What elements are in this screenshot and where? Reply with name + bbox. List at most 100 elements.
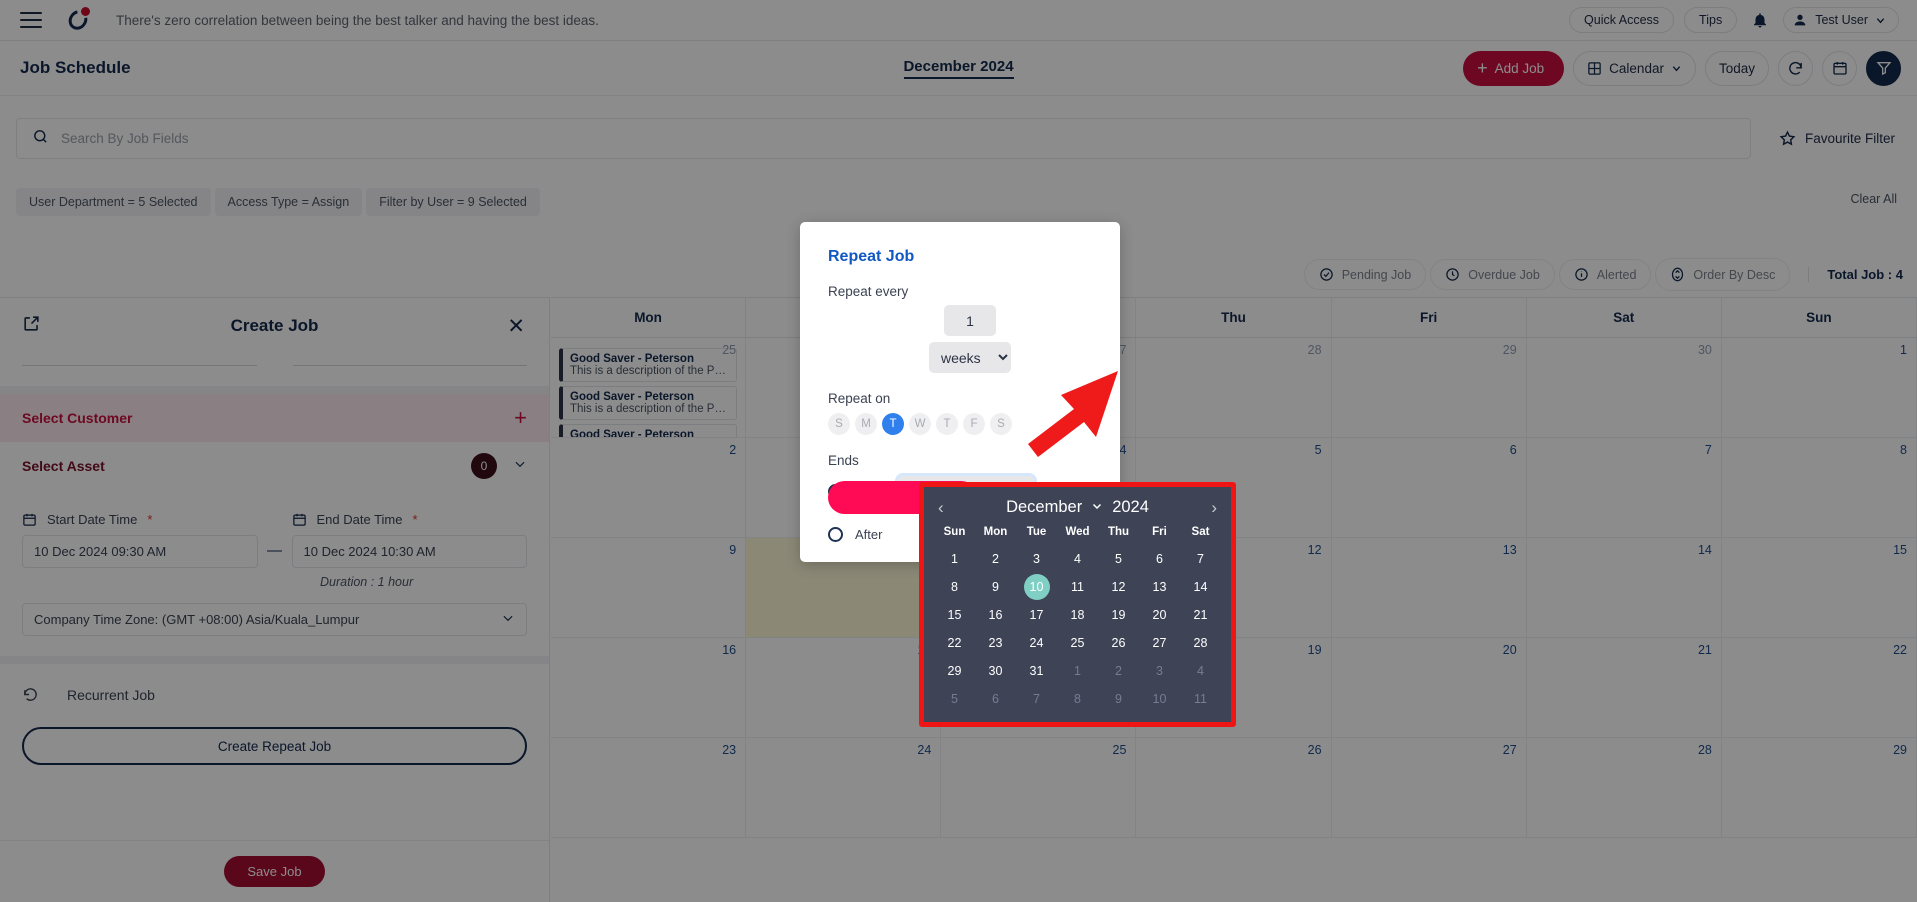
calendar-day-cell[interactable]: 28	[1527, 738, 1722, 837]
calendar-day-cell[interactable]: 9	[551, 538, 747, 637]
status-alerted[interactable]: Alerted	[1558, 259, 1652, 290]
date-picker-day[interactable]: 27	[1139, 630, 1180, 656]
date-picker-day[interactable]: 19	[1098, 602, 1139, 628]
current-month-label[interactable]: December 2024	[903, 58, 1014, 79]
calendar-day-cell[interactable]: 1	[1722, 338, 1917, 437]
repeat-interval-input[interactable]	[944, 305, 996, 336]
date-picker-year[interactable]: 2024	[1112, 498, 1149, 517]
favourite-filter-button[interactable]: Favourite Filter	[1773, 118, 1901, 159]
date-picker-day[interactable]: 1	[1057, 658, 1098, 684]
date-picker-day[interactable]: 13	[1139, 574, 1180, 600]
date-picker-day[interactable]: 9	[1098, 686, 1139, 712]
repeat-day-toggle[interactable]: T	[882, 413, 904, 435]
date-picker-day[interactable]: 7	[1016, 686, 1057, 712]
calendar-day-cell[interactable]: 24	[746, 738, 942, 837]
calendar-day-cell[interactable]: 16	[551, 638, 747, 737]
hamburger-menu-icon[interactable]	[20, 12, 42, 28]
calendar-event[interactable]: Good Saver - PetersonThis is a descripti…	[559, 348, 738, 382]
date-picker-day[interactable]: 30	[975, 658, 1016, 684]
repeat-day-toggle[interactable]: F	[963, 413, 985, 435]
plus-icon[interactable]: +	[514, 407, 527, 429]
calendar-day-cell[interactable]: 28	[1136, 338, 1332, 437]
calendar-day-cell[interactable]: 30	[1527, 338, 1722, 437]
date-picker-day[interactable]: 3	[1016, 546, 1057, 572]
date-picker-day[interactable]: 15	[934, 602, 975, 628]
date-picker-day[interactable]: 21	[1180, 602, 1221, 628]
add-job-button[interactable]: + Add Job	[1463, 50, 1565, 86]
date-picker-day[interactable]: 18	[1057, 602, 1098, 628]
date-picker-day[interactable]: 23	[975, 630, 1016, 656]
expand-icon[interactable]	[22, 314, 41, 338]
calendar-day-cell[interactable]: 25 Good Saver - Peterson This is a descrip…	[551, 338, 747, 437]
repeat-day-toggle[interactable]: T	[936, 413, 958, 435]
date-picker-day[interactable]: 25	[1057, 630, 1098, 656]
date-picker-day[interactable]: 6	[1139, 546, 1180, 572]
ends-after-radio[interactable]	[828, 527, 843, 542]
calendar-picker-button[interactable]	[1822, 50, 1857, 86]
chevron-down-icon[interactable]	[1091, 500, 1103, 515]
date-picker-day[interactable]: 10	[1139, 686, 1180, 712]
date-picker-day[interactable]: 4	[1057, 546, 1098, 572]
calendar-event[interactable]: Good Saver - PetersonThis is a descripti…	[559, 424, 738, 437]
search-bar[interactable]	[16, 118, 1751, 159]
filter-chip[interactable]: User Department = 5 Selected	[16, 188, 211, 216]
status-pending-job[interactable]: Pending Job	[1303, 259, 1427, 290]
date-picker-day[interactable]: 5	[1098, 546, 1139, 572]
date-picker-day[interactable]: 2	[1098, 658, 1139, 684]
select-customer-row[interactable]: Select Customer +	[0, 394, 549, 442]
calendar-day-cell[interactable]: 17	[746, 638, 942, 737]
date-picker-day[interactable]: 6	[975, 686, 1016, 712]
search-input[interactable]	[61, 131, 1587, 146]
timezone-select[interactable]: Company Time Zone: (GMT +08:00) Asia/Kua…	[22, 603, 527, 636]
date-picker-day[interactable]: 1	[934, 546, 975, 572]
field-underline-left[interactable]	[22, 358, 257, 366]
chevron-down-icon[interactable]	[513, 457, 527, 476]
date-picker-month[interactable]: December	[1006, 498, 1082, 517]
date-picker-day[interactable]: 11	[1180, 686, 1221, 712]
filter-chip[interactable]: Filter by User = 9 Selected	[366, 188, 540, 216]
repeat-day-toggle[interactable]: M	[855, 413, 877, 435]
status-order-by[interactable]: Order By Desc	[1655, 258, 1791, 291]
date-picker-selected-day[interactable]: 10	[1023, 574, 1050, 600]
start-date-time-input[interactable]: 10 Dec 2024 09:30 AM	[22, 535, 258, 568]
close-icon[interactable]: ✕	[507, 316, 525, 337]
calendar-day-cell[interactable]: 25	[941, 738, 1137, 837]
status-overdue-job[interactable]: Overdue Job	[1430, 259, 1555, 290]
user-menu[interactable]: Test User	[1783, 7, 1899, 33]
date-picker-day[interactable]: 8	[934, 574, 975, 600]
date-picker-day[interactable]: 17	[1016, 602, 1057, 628]
repeat-unit-select[interactable]: daysweeksmonthsyears	[929, 342, 1011, 373]
save-job-button[interactable]: Save Job	[224, 856, 325, 887]
date-picker-day[interactable]: 9	[975, 574, 1016, 600]
filter-button[interactable]	[1866, 50, 1901, 86]
date-picker-day[interactable]: 20	[1139, 602, 1180, 628]
calendar-event[interactable]: Good Saver - PetersonThis is a descripti…	[559, 386, 738, 420]
calendar-day-cell[interactable]: 23	[551, 738, 747, 837]
calendar-day-cell[interactable]: 13	[1332, 538, 1527, 637]
calendar-day-cell[interactable]: 2	[551, 438, 747, 537]
quick-access-button[interactable]: Quick Access	[1569, 7, 1675, 33]
date-picker-day[interactable]: 28	[1180, 630, 1221, 656]
date-picker-day[interactable]: 26	[1098, 630, 1139, 656]
calendar-day-cell[interactable]: 26	[1136, 738, 1332, 837]
app-logo-icon[interactable]	[64, 6, 92, 34]
date-picker-day[interactable]: 8	[1057, 686, 1098, 712]
calendar-day-cell[interactable]: 27	[1332, 738, 1527, 837]
date-picker-day[interactable]: 12	[1098, 574, 1139, 600]
notification-bell-icon[interactable]	[1747, 7, 1773, 33]
repeat-day-toggle[interactable]: S	[990, 413, 1012, 435]
date-picker-day[interactable]: 29	[934, 658, 975, 684]
date-picker-day[interactable]: 2	[975, 546, 1016, 572]
repeat-day-toggle[interactable]: W	[909, 413, 931, 435]
date-picker-day[interactable]: 5	[934, 686, 975, 712]
calendar-day-cell[interactable]: 6	[1332, 438, 1527, 537]
date-picker-day[interactable]: 3	[1139, 658, 1180, 684]
date-picker-day[interactable]: 16	[975, 602, 1016, 628]
field-underline-right[interactable]	[292, 358, 527, 366]
calendar-day-cell[interactable]: 8	[1722, 438, 1917, 537]
calendar-day-cell[interactable]: 14	[1527, 538, 1722, 637]
clear-all-filters-button[interactable]: Clear All	[1850, 192, 1897, 206]
tips-button[interactable]: Tips	[1684, 7, 1738, 33]
end-date-time-input[interactable]: 10 Dec 2024 10:30 AM	[291, 535, 527, 568]
calendar-day-cell[interactable]: 21	[1527, 638, 1722, 737]
